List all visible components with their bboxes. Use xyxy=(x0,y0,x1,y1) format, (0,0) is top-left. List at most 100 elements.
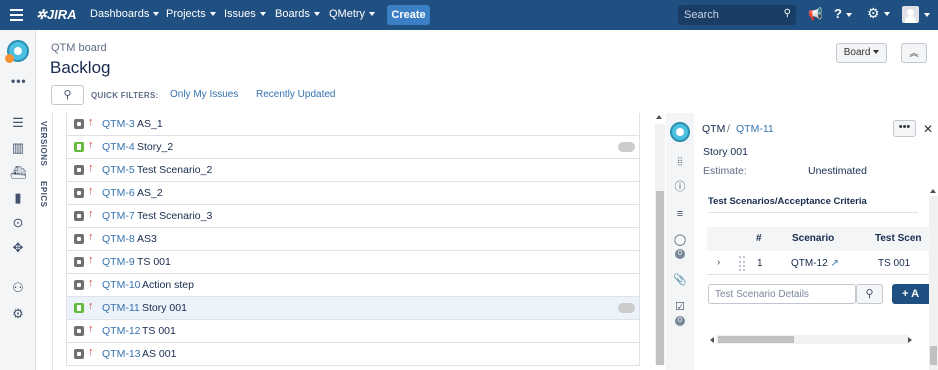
filter-only-my-issues[interactable]: Only My Issues xyxy=(170,89,238,100)
chevron-down-icon xyxy=(209,12,216,17)
issues-icon[interactable]: ⊙ xyxy=(9,214,27,232)
avatar-chevron-down-icon[interactable] xyxy=(924,13,930,17)
detail-summary[interactable]: Story 001 xyxy=(703,146,748,158)
issue-key[interactable]: QTM-12 xyxy=(102,325,141,337)
project-sidebar: ••• ☰ ▥ ⛴ ▮ ⊙ ✥ ⚇ ⚙ xyxy=(0,30,36,370)
nav-projects[interactable]: Projects xyxy=(166,8,216,20)
board-button-label: Board xyxy=(843,47,871,58)
scroll-right-arrow-icon[interactable] xyxy=(908,337,912,343)
detail-scrollbar[interactable] xyxy=(929,196,938,370)
table-hscrollbar-thumb[interactable] xyxy=(718,336,794,343)
issue-row[interactable]: ↑ QTM-5 Test Scenario_2 xyxy=(66,159,640,182)
user-avatar[interactable] xyxy=(902,6,919,23)
settings-icon[interactable]: ⚙ xyxy=(867,5,890,22)
nav-projects-label: Projects xyxy=(166,8,206,20)
quick-filter-search-button[interactable]: ⚲ xyxy=(51,85,84,105)
task-type-icon xyxy=(74,280,84,290)
scenario-search-button[interactable]: ⚲ xyxy=(856,284,883,304)
estimate-badge xyxy=(618,142,635,152)
description-icon[interactable]: ≡ xyxy=(673,207,687,221)
col-scenario: Scenario xyxy=(792,233,835,244)
close-icon[interactable]: ✕ xyxy=(923,122,933,136)
add-ons-icon[interactable]: ✥ xyxy=(9,239,27,257)
nav-qmetry[interactable]: QMetry xyxy=(329,8,376,20)
issue-key[interactable]: QTM-8 xyxy=(102,233,135,245)
issue-key[interactable]: QTM-4 xyxy=(102,141,135,153)
create-button[interactable]: Create xyxy=(387,5,430,25)
search-icon: ⚲ xyxy=(63,89,72,101)
test-scenarios-title: Test Scenarios/Acceptance Criteria xyxy=(708,196,867,207)
search-icon: ⚲ xyxy=(865,288,874,300)
issue-key[interactable]: QTM-5 xyxy=(102,164,135,176)
board-icon[interactable]: ▥ xyxy=(9,139,27,157)
estimate-value[interactable]: Unestimated xyxy=(808,165,867,177)
menu-icon[interactable] xyxy=(10,9,23,21)
global-search[interactable]: ⚲ xyxy=(678,5,796,25)
scenario-key[interactable]: QTM-12 ↗ xyxy=(791,258,839,269)
issue-key[interactable]: QTM-7 xyxy=(102,210,135,222)
nav-boards[interactable]: Boards xyxy=(275,8,320,20)
task-type-icon xyxy=(74,326,84,336)
nav-issues[interactable]: Issues xyxy=(224,8,266,20)
issue-row[interactable]: ↑ QTM-11 Story 001 xyxy=(66,297,640,320)
scenario-number: 1 xyxy=(757,258,763,269)
issue-row[interactable]: ↑ QTM-6 AS_2 xyxy=(66,182,640,205)
issue-row[interactable]: ↑ QTM-4 Story_2 xyxy=(66,136,640,159)
board-button[interactable]: Board xyxy=(836,43,887,63)
scenario-details-input[interactable] xyxy=(709,285,855,303)
external-link-icon[interactable]: ↗ xyxy=(830,258,838,269)
feedback-icon[interactable]: 📢 xyxy=(808,7,823,21)
backlog-scrollbar-thumb[interactable] xyxy=(656,191,664,365)
detail-project[interactable]: QTM xyxy=(702,123,725,135)
issue-row[interactable]: ↑ QTM-13 AS 001 xyxy=(66,343,640,366)
drag-handle-icon[interactable] xyxy=(739,256,745,271)
backlog-icon[interactable]: ☰ xyxy=(9,114,27,132)
nav-dashboards-label: Dashboards xyxy=(90,8,150,20)
issue-row[interactable]: ↑ QTM-10 Action step xyxy=(66,274,640,297)
expand-chevron-icon[interactable]: › xyxy=(717,257,720,268)
issue-row[interactable]: ↑ QTM-9 TS 001 xyxy=(66,251,640,274)
info-icon[interactable]: ⓘ xyxy=(673,180,687,194)
comment-icon[interactable]: ◯ xyxy=(673,233,687,247)
releases-icon[interactable]: ⛴ xyxy=(9,164,27,182)
nav-dashboards[interactable]: Dashboards xyxy=(90,8,160,20)
tab-versions[interactable]: VERSIONS xyxy=(39,121,48,166)
more-actions-button[interactable]: ••• xyxy=(893,120,916,137)
project-settings-icon[interactable]: ⚙ xyxy=(9,305,27,323)
drag-handle-icon[interactable]: ⦙⦙ xyxy=(673,155,687,169)
project-avatar[interactable] xyxy=(5,40,29,63)
issue-key[interactable]: QTM-6 xyxy=(102,187,135,199)
search-icon[interactable]: ⚲ xyxy=(784,8,791,19)
top-nav: ✲JIRA Dashboards Projects Issues Boards … xyxy=(0,0,938,30)
scroll-left-arrow-icon[interactable] xyxy=(710,337,714,343)
issue-key[interactable]: QTM-10 xyxy=(102,279,141,291)
issue-key[interactable]: QTM-3 xyxy=(102,118,135,130)
detail-scroll-up-icon[interactable] xyxy=(930,189,936,193)
collapse-button[interactable]: ︽ xyxy=(901,43,927,63)
issue-row[interactable]: ↑ QTM-8 AS3 xyxy=(66,228,640,251)
reports-icon[interactable]: ▮ xyxy=(9,189,27,207)
issue-row[interactable]: ↑ QTM-12 TS 001 xyxy=(66,320,640,343)
issue-key[interactable]: QTM-11 xyxy=(102,302,140,314)
scenario-key-label: QTM-12 xyxy=(791,258,828,269)
attachment-icon[interactable]: 📎 xyxy=(673,273,687,287)
breadcrumb[interactable]: QTM board xyxy=(51,42,107,54)
scenario-details-field[interactable] xyxy=(708,284,856,304)
issue-key[interactable]: QTM-13 xyxy=(102,348,141,360)
search-input[interactable] xyxy=(678,5,796,25)
issue-row[interactable]: ↑ QTM-3 AS_1 xyxy=(66,113,640,136)
scroll-up-arrow-icon[interactable] xyxy=(656,115,662,119)
add-people-icon[interactable]: ⚇ xyxy=(9,279,27,297)
detail-scrollbar-thumb[interactable] xyxy=(930,346,937,365)
priority-high-icon: ↑ xyxy=(88,185,94,197)
qmetry-logo-icon[interactable] xyxy=(670,122,690,142)
jira-logo[interactable]: ✲JIRA xyxy=(36,7,77,23)
more-icon[interactable]: ••• xyxy=(11,74,27,88)
checklist-icon[interactable]: ☑ xyxy=(673,300,687,314)
detail-issue-key[interactable]: QTM-11 xyxy=(736,123,774,135)
issue-key[interactable]: QTM-9 xyxy=(102,256,135,268)
help-icon[interactable]: ? xyxy=(834,6,852,21)
filter-recently-updated[interactable]: Recently Updated xyxy=(256,89,336,100)
issue-row[interactable]: ↑ QTM-7 Test Scenario_3 xyxy=(66,205,640,228)
tab-epics[interactable]: EPICS xyxy=(39,181,48,208)
